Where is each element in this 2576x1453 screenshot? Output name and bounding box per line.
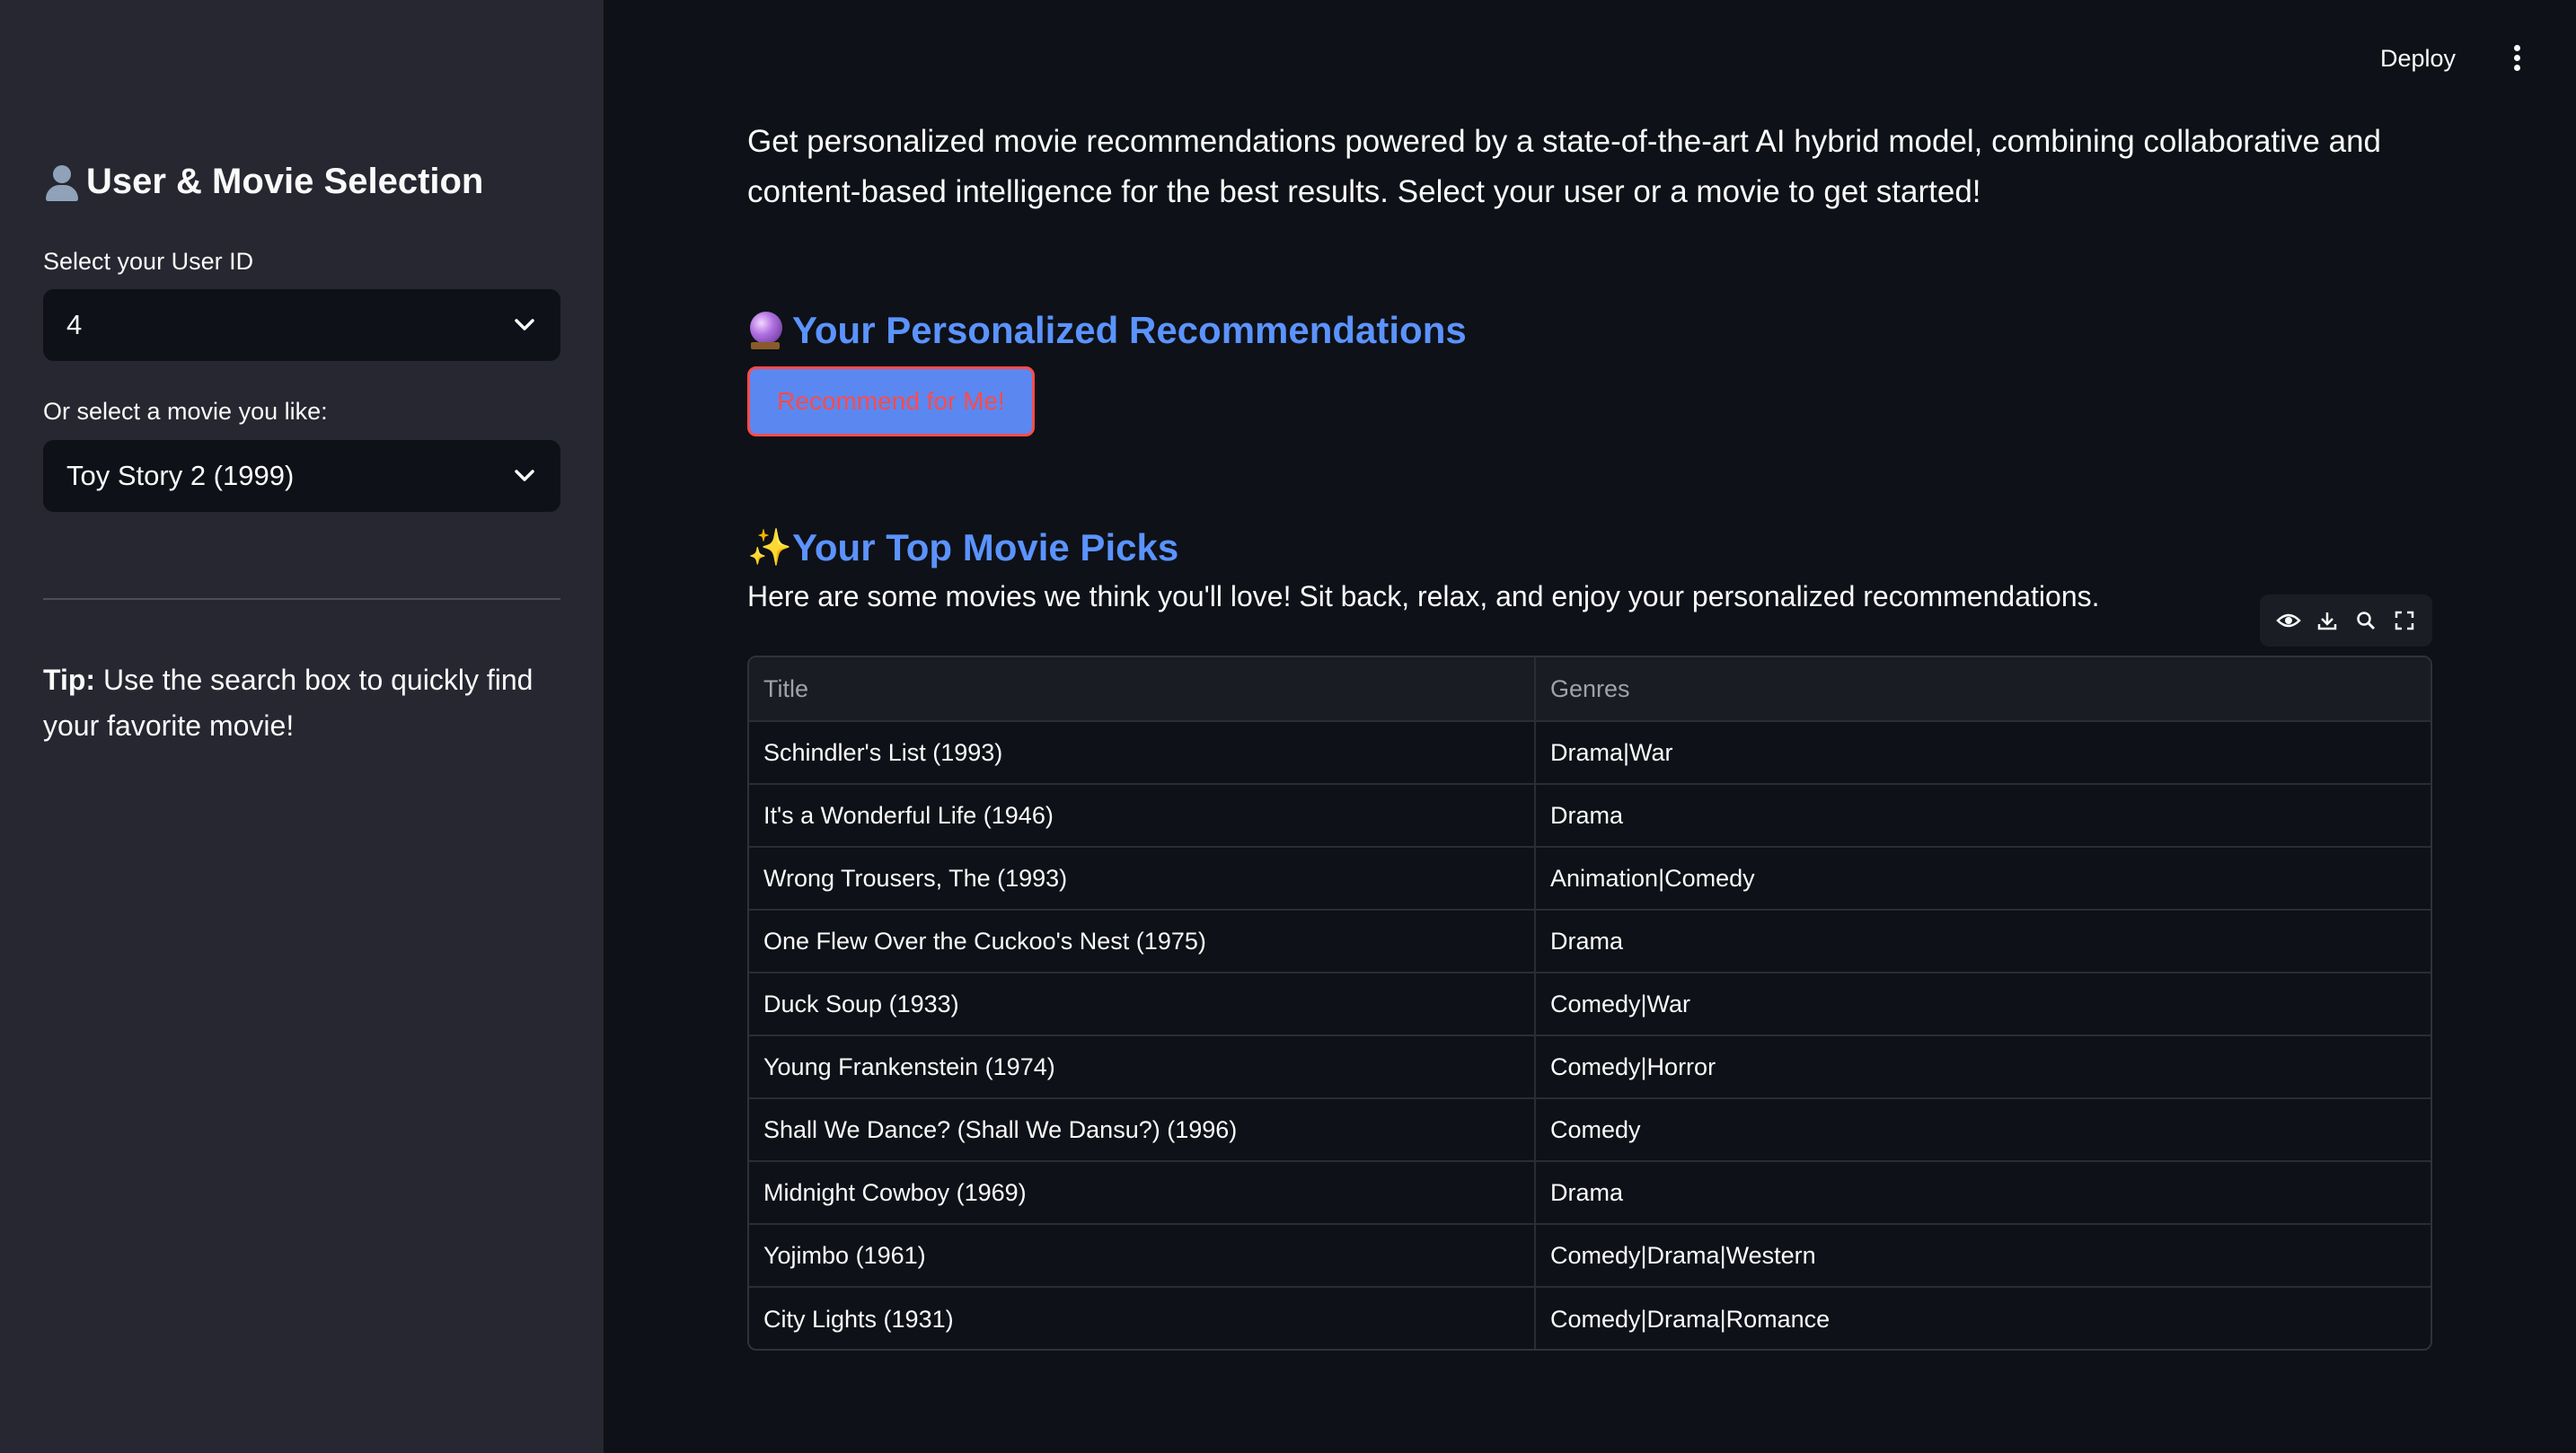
search-icon[interactable]	[2352, 607, 2379, 634]
sidebar-title-text: User & Movie Selection	[86, 162, 484, 201]
recommend-button[interactable]: Recommend for Me!	[747, 366, 1035, 436]
table-row: Young Frankenstein (1974) Comedy|Horror	[749, 1036, 2430, 1099]
movie-value: Toy Story 2 (1999)	[66, 460, 295, 491]
sidebar: User & Movie Selection Select your User …	[0, 0, 604, 1453]
table-row: Midnight Cowboy (1969) Drama	[749, 1162, 2430, 1225]
table-row: Schindler's List (1993) Drama|War	[749, 722, 2430, 785]
movie-select[interactable]: Toy Story 2 (1999)	[43, 440, 560, 512]
movie-label: Or select a movie you like:	[43, 398, 328, 425]
title-cell[interactable]: One Flew Over the Cuckoo's Nest (1975)	[749, 911, 1536, 972]
kebab-menu-icon[interactable]	[2506, 40, 2527, 75]
sidebar-divider	[43, 598, 560, 600]
title-cell[interactable]: Young Frankenstein (1974)	[749, 1036, 1536, 1097]
genres-cell[interactable]: Comedy|Drama|Romance	[1536, 1288, 2430, 1349]
tip-label: Tip:	[43, 664, 96, 696]
sparkles-icon: ✨	[747, 528, 792, 568]
title-cell[interactable]: Yojimbo (1961)	[749, 1225, 1536, 1286]
table-header-row: Title Genres	[749, 657, 2430, 722]
section2-subtext: Here are some movies we think you'll lov…	[747, 580, 2100, 612]
user-silhouette-icon	[43, 163, 81, 201]
title-cell[interactable]: It's a Wonderful Life (1946)	[749, 785, 1536, 846]
title-cell[interactable]: Wrong Trousers, The (1993)	[749, 848, 1536, 909]
eye-icon[interactable]	[2275, 607, 2302, 634]
column-header-genres[interactable]: Genres	[1536, 657, 2430, 720]
title-cell[interactable]: City Lights (1931)	[749, 1288, 1536, 1349]
table-row: Yojimbo (1961) Comedy|Drama|Western	[749, 1225, 2430, 1288]
section2-title: Your Top Movie Picks	[792, 526, 1179, 568]
genres-cell[interactable]: Drama	[1536, 911, 2430, 972]
table-toolbar	[2260, 594, 2432, 647]
genres-cell[interactable]: Drama	[1536, 1162, 2430, 1223]
recommendations-table: Title Genres Schindler's List (1993) Dra…	[747, 656, 2432, 1351]
genres-cell[interactable]: Comedy|War	[1536, 973, 2430, 1035]
table-row: Duck Soup (1933) Comedy|War	[749, 973, 2430, 1036]
table-row: Shall We Dance? (Shall We Dansu?) (1996)…	[749, 1099, 2430, 1162]
download-icon[interactable]	[2314, 607, 2341, 634]
tip-body: Use the search box to quickly find your …	[43, 664, 534, 742]
top-movie-picks-heading: ✨ Your Top Movie Picks	[747, 526, 1178, 569]
genres-cell[interactable]: Drama|War	[1536, 722, 2430, 783]
user-id-value: 4	[66, 309, 83, 340]
user-id-label: Select your User ID	[43, 248, 254, 275]
chevron-down-icon	[512, 463, 537, 489]
title-cell[interactable]: Shall We Dance? (Shall We Dansu?) (1996)	[749, 1099, 1536, 1160]
chevron-down-icon	[512, 313, 537, 338]
table-row: It's a Wonderful Life (1946) Drama	[749, 785, 2430, 848]
personalized-recommendations-heading: Your Personalized Recommendations	[747, 309, 1467, 352]
title-cell[interactable]: Schindler's List (1993)	[749, 722, 1536, 783]
deploy-button[interactable]: Deploy	[2371, 41, 2465, 76]
table-row: City Lights (1931) Comedy|Drama|Romance	[749, 1288, 2430, 1349]
table-row: Wrong Trousers, The (1993) Animation|Com…	[749, 848, 2430, 911]
column-header-title[interactable]: Title	[749, 657, 1536, 720]
genres-cell[interactable]: Animation|Comedy	[1536, 848, 2430, 909]
tip-text: Tip: Use the search box to quickly find …	[43, 657, 573, 749]
section1-title: Your Personalized Recommendations	[792, 309, 1467, 351]
genres-cell[interactable]: Comedy	[1536, 1099, 2430, 1160]
intro-text: Get personalized movie recommendations p…	[747, 124, 2382, 209]
title-cell[interactable]: Midnight Cowboy (1969)	[749, 1162, 1536, 1223]
genres-cell[interactable]: Comedy|Drama|Western	[1536, 1225, 2430, 1286]
sidebar-title: User & Movie Selection	[43, 162, 483, 202]
title-cell[interactable]: Duck Soup (1933)	[749, 973, 1536, 1035]
crystal-ball-icon	[747, 312, 785, 349]
table-row: One Flew Over the Cuckoo's Nest (1975) D…	[749, 911, 2430, 973]
genres-cell[interactable]: Drama	[1536, 785, 2430, 846]
fullscreen-icon[interactable]	[2391, 607, 2418, 634]
user-id-select[interactable]: 4	[43, 289, 560, 361]
genres-cell[interactable]: Comedy|Horror	[1536, 1036, 2430, 1097]
